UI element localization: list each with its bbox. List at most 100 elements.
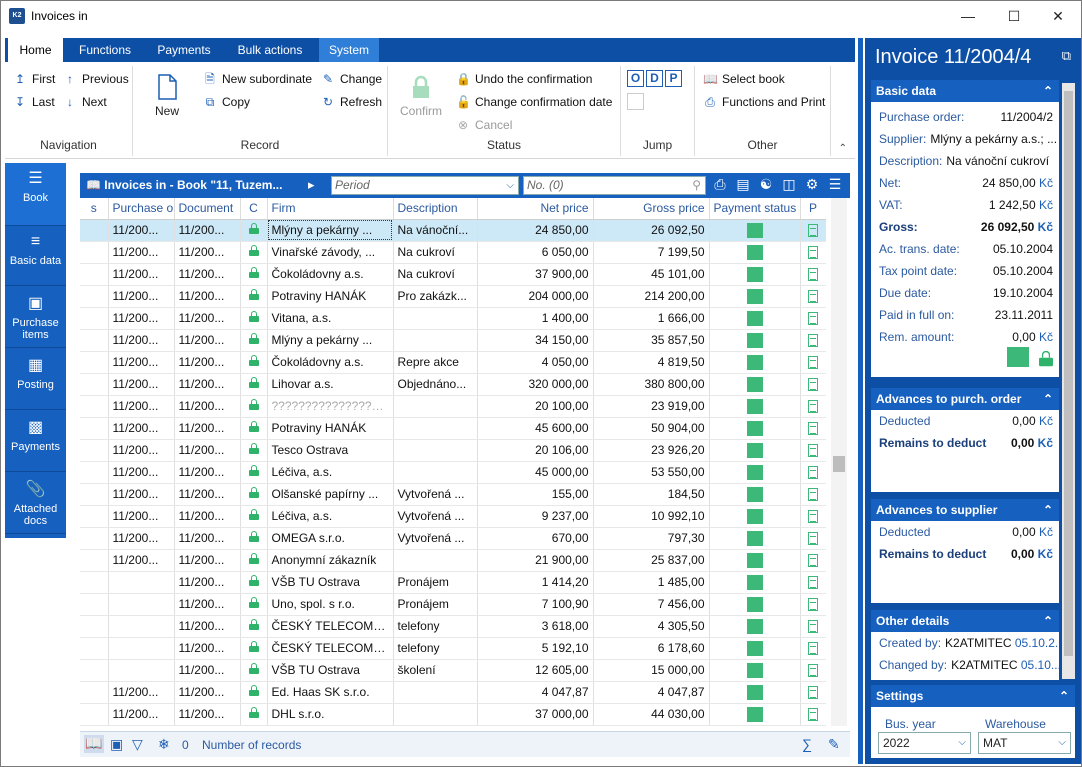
cell-firm[interactable]: ČESKÝ TELECOM, ... bbox=[267, 637, 394, 660]
cell-payment-status[interactable] bbox=[709, 263, 801, 286]
cell-purchase-order[interactable]: 11/200... bbox=[108, 505, 175, 528]
table-row[interactable]: 11/200... 11/200... Čokoládovny a.s. Repre … bbox=[80, 351, 826, 374]
jump-o-button[interactable]: O bbox=[627, 70, 644, 87]
table-row[interactable]: 11/200... ČESKÝ TELECOM, ... telefony 3 618… bbox=[80, 615, 826, 638]
cell-document[interactable]: 11/200... bbox=[174, 241, 241, 264]
cell-net-price[interactable]: 7 100,90 bbox=[477, 593, 594, 616]
table-row[interactable]: 11/200... 11/200... Mlýny a pekárny ... 34 … bbox=[80, 329, 826, 352]
play-arrow-icon[interactable]: ▸ bbox=[308, 177, 315, 193]
cell-firm[interactable]: Olšanské papírny ... bbox=[267, 483, 394, 506]
cell-payment-status[interactable] bbox=[709, 681, 801, 704]
cell-document[interactable]: 11/200... bbox=[174, 593, 241, 616]
cell-gross-price[interactable]: 4 819,50 bbox=[593, 351, 710, 374]
cell-purchase-order[interactable]: 11/200... bbox=[108, 527, 175, 550]
cell-firm[interactable]: Mlýny a pekárny ... bbox=[267, 329, 394, 352]
table-row[interactable]: 11/200... 11/200... Mlýny a pekárny ... Na … bbox=[80, 219, 826, 242]
cell-description[interactable]: Na vánoční... bbox=[393, 219, 478, 242]
cell-net-price[interactable]: 670,00 bbox=[477, 527, 594, 550]
gear-icon[interactable]: ⚙ bbox=[802, 176, 822, 193]
search-icon[interactable]: ⚲ bbox=[692, 177, 701, 194]
cell-purchase-order[interactable]: 11/200... bbox=[108, 483, 175, 506]
cell-confirmed[interactable] bbox=[240, 659, 268, 682]
cell-payment-status[interactable] bbox=[709, 593, 801, 616]
cell-p[interactable] bbox=[800, 571, 826, 594]
tab-system[interactable]: System bbox=[319, 38, 379, 62]
nav-book[interactable]: ☰ Book bbox=[5, 163, 66, 226]
col-header-document[interactable]: Document bbox=[174, 198, 241, 220]
col-header-firm[interactable]: Firm bbox=[267, 198, 394, 220]
cell-s[interactable] bbox=[80, 219, 109, 242]
cell-confirmed[interactable] bbox=[240, 505, 268, 528]
cell-document[interactable]: 11/200... bbox=[174, 571, 241, 594]
cell-p[interactable] bbox=[800, 637, 826, 660]
cell-net-price[interactable]: 37 000,00 bbox=[477, 703, 594, 726]
cell-description[interactable]: Vytvořená ... bbox=[393, 483, 478, 506]
tab-functions[interactable]: Functions bbox=[67, 38, 143, 62]
cell-document[interactable]: 11/200... bbox=[174, 263, 241, 286]
cell-payment-status[interactable] bbox=[709, 395, 801, 418]
cell-gross-price[interactable]: 4 305,50 bbox=[593, 615, 710, 638]
cell-s[interactable] bbox=[80, 593, 109, 616]
col-header-gross-price[interactable]: Gross price bbox=[593, 198, 710, 220]
cell-firm[interactable]: ČESKÝ TELECOM, ... bbox=[267, 615, 394, 638]
cell-purchase-order[interactable]: 11/200... bbox=[108, 307, 175, 330]
number-search-input[interactable]: No. (0) ⚲ bbox=[523, 176, 706, 195]
col-header-p[interactable]: P bbox=[800, 198, 826, 220]
nav-purchase-items[interactable]: ▣ Purchase items bbox=[5, 288, 66, 348]
cell-document[interactable]: 11/200... bbox=[174, 483, 241, 506]
cell-payment-status[interactable] bbox=[709, 285, 801, 308]
scroll-thumb[interactable] bbox=[833, 456, 845, 472]
cell-firm[interactable]: OMEGA s.r.o. bbox=[267, 527, 394, 550]
cell-payment-status[interactable] bbox=[709, 505, 801, 528]
cell-document[interactable]: 11/200... bbox=[174, 527, 241, 550]
table-row[interactable]: 11/200... 11/200... Vitana, a.s. 1 400,00 1 … bbox=[80, 307, 826, 330]
cell-document[interactable]: 11/200... bbox=[174, 505, 241, 528]
cell-confirmed[interactable] bbox=[240, 329, 268, 352]
cell-document[interactable]: 11/200... bbox=[174, 681, 241, 704]
cell-p[interactable] bbox=[800, 329, 826, 352]
cell-document[interactable]: 11/200... bbox=[174, 219, 241, 242]
cell-net-price[interactable]: 20 100,00 bbox=[477, 395, 594, 418]
cell-document[interactable]: 11/200... bbox=[174, 395, 241, 418]
cell-net-price[interactable]: 34 150,00 bbox=[477, 329, 594, 352]
cell-gross-price[interactable]: 797,30 bbox=[593, 527, 710, 550]
other-details-header[interactable]: Other details ⌃ bbox=[871, 610, 1059, 632]
table-row[interactable]: 11/200... ČESKÝ TELECOM, ... telefony 5 192… bbox=[80, 637, 826, 660]
cell-net-price[interactable]: 4 050,00 bbox=[477, 351, 594, 374]
cell-confirmed[interactable] bbox=[240, 527, 268, 550]
cell-p[interactable] bbox=[800, 659, 826, 682]
cell-description[interactable]: Repre akce bbox=[393, 351, 478, 374]
refresh-button[interactable]: ↻ Refresh bbox=[321, 92, 382, 112]
cell-p[interactable] bbox=[800, 307, 826, 330]
cell-confirmed[interactable] bbox=[240, 637, 268, 660]
cell-firm[interactable]: Léčiva, a.s. bbox=[267, 505, 394, 528]
cell-gross-price[interactable]: 15 000,00 bbox=[593, 659, 710, 682]
box-icon[interactable]: ▣ bbox=[110, 736, 123, 753]
col-header-payment-status[interactable]: Payment status bbox=[709, 198, 801, 220]
panel-scroll-thumb[interactable] bbox=[1064, 91, 1073, 656]
cell-confirmed[interactable] bbox=[240, 615, 268, 638]
first-button[interactable]: ↥ First bbox=[13, 69, 55, 89]
cell-s[interactable] bbox=[80, 461, 109, 484]
nav-attached-docs[interactable]: 📎 Attached docs bbox=[5, 474, 66, 534]
cell-purchase-order[interactable] bbox=[108, 615, 175, 638]
tab-bulk-actions[interactable]: Bulk actions bbox=[226, 38, 314, 62]
cell-confirmed[interactable] bbox=[240, 549, 268, 572]
select-book-button[interactable]: 📖 Select book bbox=[703, 69, 785, 89]
cell-p[interactable] bbox=[800, 439, 826, 462]
cell-document[interactable]: 11/200... bbox=[174, 659, 241, 682]
table-row[interactable]: 11/200... 11/200... Vinařské závody, ... Na… bbox=[80, 241, 826, 264]
table-row[interactable]: 11/200... 11/200... Léčiva, a.s. Vytvořená … bbox=[80, 505, 826, 528]
cell-document[interactable]: 11/200... bbox=[174, 637, 241, 660]
table-row[interactable]: 11/200... 11/200... Čokoládovny a.s. Na cuk… bbox=[80, 263, 826, 286]
cell-gross-price[interactable]: 44 030,00 bbox=[593, 703, 710, 726]
snowflake-icon[interactable]: ❄ bbox=[158, 736, 170, 753]
cell-p[interactable] bbox=[800, 681, 826, 704]
cell-payment-status[interactable] bbox=[709, 241, 801, 264]
cell-document[interactable]: 11/200... bbox=[174, 439, 241, 462]
table-row[interactable]: 11/200... 11/200... Léčiva, a.s. 45 000,00 5… bbox=[80, 461, 826, 484]
cell-purchase-order[interactable]: 11/200... bbox=[108, 351, 175, 374]
cell-payment-status[interactable] bbox=[709, 483, 801, 506]
cell-p[interactable] bbox=[800, 351, 826, 374]
cell-description[interactable] bbox=[393, 329, 478, 352]
